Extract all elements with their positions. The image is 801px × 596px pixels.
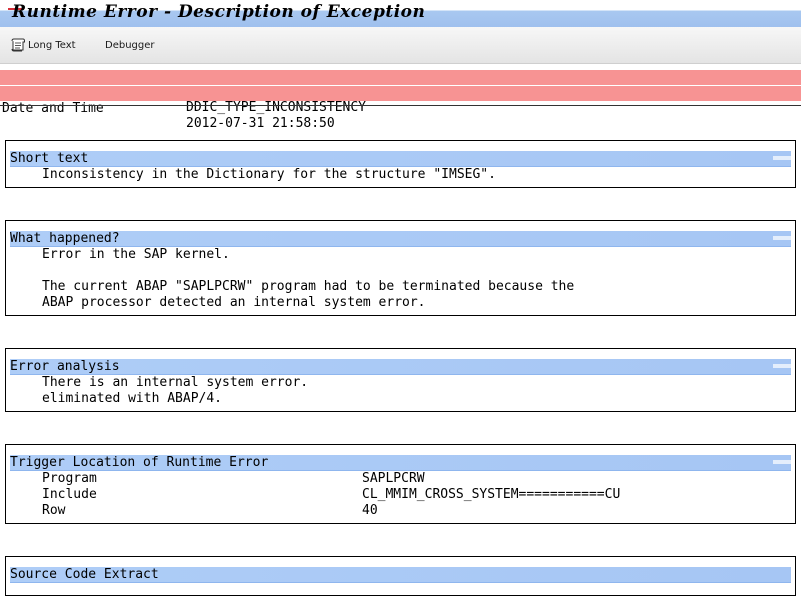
header-separator <box>0 105 801 106</box>
section-title-bar: Source Code Extract <box>10 567 791 583</box>
section-title: Trigger Location of Runtime Error <box>10 455 269 470</box>
location-value-row: 40 <box>362 503 378 518</box>
title-stripe <box>773 364 791 368</box>
header-row-date-time: Date and Time 2012-07-31 21:58:50 <box>0 86 801 131</box>
section-text-line: The current ABAP "SAPLPCRW" program had … <box>42 279 575 294</box>
location-key-include: Include <box>42 487 97 502</box>
location-key-program: Program <box>42 471 97 486</box>
window-title-bar: Runtime Error - Description of Exception <box>0 0 801 27</box>
section-what-happened: What happened? Error in the SAP kernel. … <box>5 220 796 316</box>
header-value: DDIC_TYPE_INCONSISTENCY <box>186 100 367 115</box>
debugger-button[interactable]: Debugger <box>105 36 155 54</box>
section-title-bar: Trigger Location of Runtime Error <box>10 455 791 471</box>
title-stripe <box>773 156 791 160</box>
section-text-line: Inconsistency in the Dictionary for the … <box>42 167 496 182</box>
section-error-analysis: Error analysis There is an internal syst… <box>5 348 796 412</box>
debugger-label: Debugger <box>105 39 155 51</box>
application-toolbar: Long Text Debugger <box>0 27 801 64</box>
section-text-line: eliminated with ABAP/4. <box>42 391 223 406</box>
scroll-icon <box>10 37 26 53</box>
header-value: 2012-07-31 21:58:50 <box>186 116 335 131</box>
section-title: Source Code Extract <box>10 567 159 582</box>
section-short-text: Short text Inconsistency in the Dictiona… <box>5 140 796 188</box>
location-key-row: Row <box>42 503 66 518</box>
section-title: Short text <box>10 151 89 166</box>
section-text-line: There is an internal system error. <box>42 375 309 390</box>
location-value-include: CL_MMIM_CROSS_SYSTEM===========CU <box>362 487 621 502</box>
section-title-bar: What happened? <box>10 231 791 247</box>
section-trigger-location: Trigger Location of Runtime Error Progra… <box>5 444 796 524</box>
section-source-code-extract: Source Code Extract <box>5 556 796 596</box>
section-text-line: ABAP processor detected an internal syst… <box>42 295 426 310</box>
long-text-label: Long Text <box>28 39 76 51</box>
header-row-runtime-errors: Runtime Errors DDIC_TYPE_INCONSISTENCY <box>0 70 801 115</box>
section-title: Error analysis <box>10 359 120 374</box>
long-text-button[interactable]: Long Text <box>10 36 76 54</box>
section-title: What happened? <box>10 231 120 246</box>
title-stripe <box>773 460 791 464</box>
window-title: Runtime Error - Description of Exception <box>12 2 426 22</box>
section-title-bar: Error analysis <box>10 359 791 375</box>
section-text-line: Error in the SAP kernel. <box>42 247 230 262</box>
title-stripe <box>773 236 791 240</box>
header-key: Date and Time <box>2 101 104 116</box>
section-title-bar: Short text <box>10 151 791 167</box>
location-value-program: SAPLPCRW <box>362 471 425 486</box>
